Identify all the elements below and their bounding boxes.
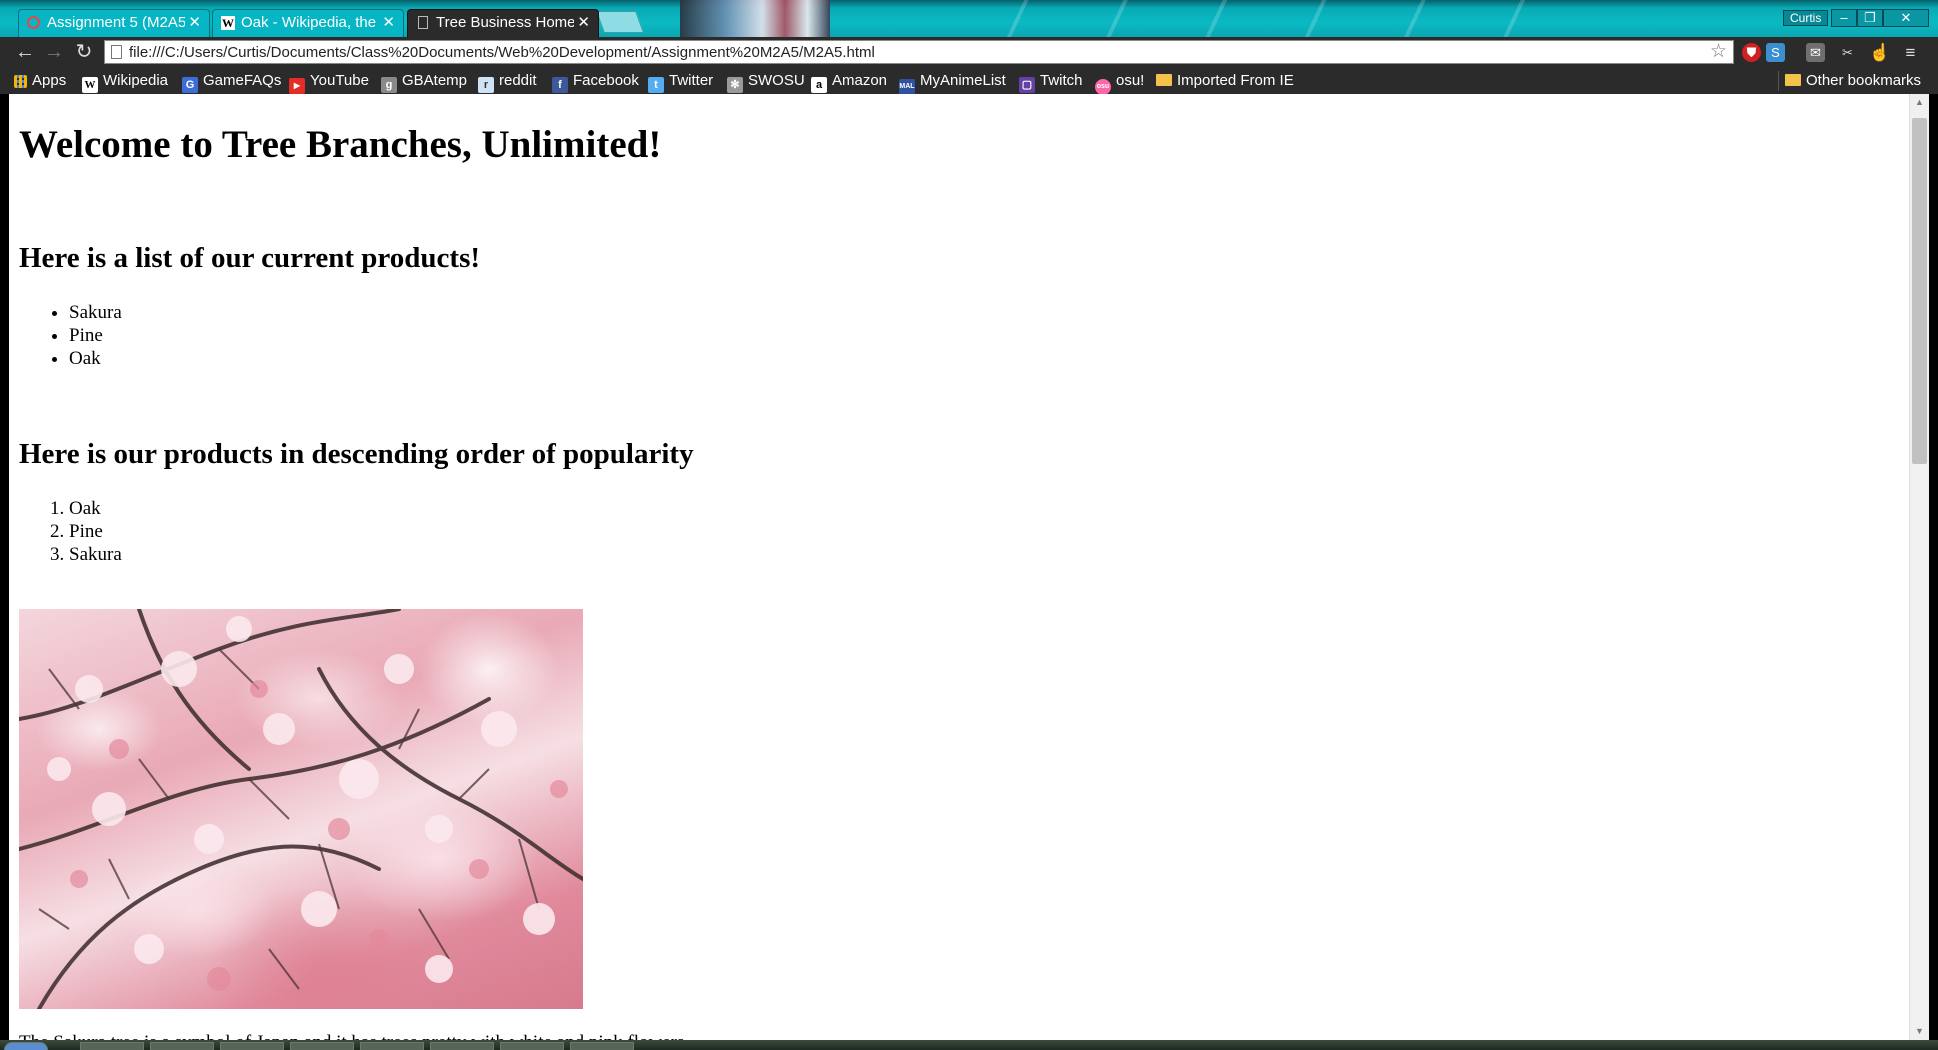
list-item: Pine: [69, 520, 122, 543]
bookmark-star-icon[interactable]: ☆: [1710, 41, 1727, 63]
bookmark-folder-imported[interactable]: Imported From IE: [1156, 71, 1294, 91]
reload-icon[interactable]: ↻: [73, 41, 95, 63]
taskbar-app-button[interactable]: [150, 1042, 214, 1050]
twitch-icon: ▢: [1019, 77, 1035, 93]
scroll-down-arrow-icon[interactable]: ▼: [1910, 1023, 1929, 1040]
sakura-branches: [19, 609, 583, 1009]
bookmark-gamefaqs[interactable]: G GameFAQs: [182, 71, 281, 93]
bookmark-reddit[interactable]: r reddit: [478, 71, 537, 93]
url-input[interactable]: [129, 42, 1699, 62]
bookmark-facebook[interactable]: f Facebook: [552, 71, 639, 93]
page-scrollbar[interactable]: ▲ ▼: [1909, 94, 1929, 1040]
comment-icon[interactable]: ✉: [1806, 43, 1825, 62]
bookmark-twitch[interactable]: ▢ Twitch: [1019, 71, 1083, 93]
products-list: Sakura Pine Oak: [69, 301, 122, 370]
folder-icon: [1156, 74, 1172, 86]
close-tab-icon[interactable]: ✕: [382, 10, 395, 36]
gbatemp-icon: g: [381, 77, 397, 93]
youtube-icon: ▶: [289, 78, 305, 94]
address-bar[interactable]: ☆: [104, 40, 1734, 64]
page-viewport: Welcome to Tree Branches, Unlimited! Her…: [9, 94, 1909, 1040]
close-window-button[interactable]: ✕: [1883, 9, 1929, 27]
tab-assignment[interactable]: Assignment 5 (M2A5) ✕: [18, 9, 210, 37]
ublock-icon[interactable]: ⛊: [1742, 43, 1761, 62]
facebook-icon: f: [552, 77, 568, 93]
close-tab-icon[interactable]: ✕: [188, 10, 201, 36]
menu-icon[interactable]: ≡: [1901, 43, 1920, 62]
bookmarks-bar: Apps W Wikipedia G GameFAQs ▶ YouTube g GBAt…: [0, 67, 1938, 95]
browser-toolbar: ← → ↻ ☆ ⛊ S ✉ ✂ ☝ ≡: [0, 37, 1938, 67]
page-icon: [418, 16, 428, 29]
tab-oak-wikipedia[interactable]: W Oak - Wikipedia, the free encyclopedia…: [212, 9, 404, 37]
minimize-button[interactable]: –: [1831, 9, 1857, 27]
other-bookmarks[interactable]: Other bookmarks: [1778, 71, 1921, 91]
list-item: Sakura: [69, 543, 122, 566]
popularity-list: Oak Pine Sakura: [69, 497, 122, 566]
taskbar-app-button[interactable]: [290, 1042, 354, 1050]
tab-strip: Assignment 5 (M2A5) ✕ W Oak - Wikipedia,…: [0, 0, 1938, 37]
taskbar-app-button[interactable]: [500, 1042, 564, 1050]
page-title: Welcome to Tree Branches, Unlimited!: [19, 123, 662, 166]
back-arrow-icon[interactable]: ←: [14, 41, 36, 63]
close-tab-icon[interactable]: ✕: [577, 10, 590, 36]
taskbar-app-button[interactable]: [570, 1042, 634, 1050]
taskbar-app-button[interactable]: [430, 1042, 494, 1050]
taskbar-app-button[interactable]: [360, 1042, 424, 1050]
theme-artwork: [680, 0, 830, 37]
bookmark-apps[interactable]: Apps: [14, 71, 66, 91]
tab-title: Oak - Wikipedia, the free encyclopedia: [241, 14, 379, 31]
bookmark-osu[interactable]: osu osu!: [1095, 71, 1144, 95]
bookmark-wikipedia[interactable]: W Wikipedia: [82, 71, 168, 93]
list-item: Sakura: [69, 301, 122, 324]
start-button[interactable]: [4, 1042, 48, 1050]
taskbar-app-button[interactable]: [220, 1042, 284, 1050]
scissors-icon[interactable]: ✂: [1838, 43, 1857, 62]
tab-title: Tree Business Homepage: [436, 14, 574, 31]
list-item: Oak: [69, 347, 122, 370]
taskbar-app-button[interactable]: [80, 1042, 144, 1050]
folder-icon: [1785, 74, 1801, 86]
restore-button[interactable]: ❐: [1857, 9, 1883, 27]
myanimelist-icon: MAL: [899, 79, 915, 95]
twitter-icon: t: [648, 77, 664, 93]
scroll-up-arrow-icon[interactable]: ▲: [1910, 94, 1929, 111]
pointer-hand-icon[interactable]: ☝: [1869, 43, 1890, 62]
list-item: Oak: [69, 497, 122, 520]
theme-pattern: [980, 0, 1540, 37]
apps-grid-icon: [14, 75, 27, 88]
tab-tree-business[interactable]: Tree Business Homepage ✕: [407, 9, 599, 37]
new-tab-button[interactable]: [595, 11, 645, 33]
gamefaqs-icon: G: [182, 77, 198, 93]
products-heading: Here is a list of our current products!: [19, 242, 481, 274]
tab-title: Assignment 5 (M2A5): [47, 14, 185, 31]
bookmark-myanimelist[interactable]: MAL MyAnimeList: [899, 71, 1006, 95]
bookmark-youtube[interactable]: ▶ YouTube: [289, 71, 369, 94]
bookmark-amazon[interactable]: a Amazon: [811, 71, 887, 93]
wikipedia-icon: W: [82, 77, 98, 93]
forward-arrow-icon[interactable]: →: [43, 41, 65, 63]
amazon-icon: a: [811, 77, 827, 93]
osu-icon: osu: [1095, 79, 1111, 95]
bookmark-twitter[interactable]: t Twitter: [648, 71, 713, 93]
page-icon: [111, 45, 122, 59]
bookmark-gbatemp[interactable]: g GBAtemp: [381, 71, 467, 93]
wikipedia-icon: W: [221, 16, 235, 30]
scrollbar-thumb[interactable]: [1912, 118, 1927, 464]
profile-button[interactable]: Curtis: [1783, 10, 1829, 26]
skype-icon[interactable]: S: [1766, 43, 1785, 62]
loading-ring-icon: [27, 16, 40, 29]
swosu-icon: ✻: [727, 77, 743, 93]
reddit-icon: r: [478, 77, 494, 93]
popularity-heading: Here is our products in descending order…: [19, 438, 694, 470]
sakura-caption: The Sakura tree is a symbol of Japan and…: [19, 1032, 684, 1040]
sakura-photo: [19, 609, 583, 1009]
list-item: Pine: [69, 324, 122, 347]
bookmark-swosu[interactable]: ✻ SWOSU: [727, 71, 805, 93]
